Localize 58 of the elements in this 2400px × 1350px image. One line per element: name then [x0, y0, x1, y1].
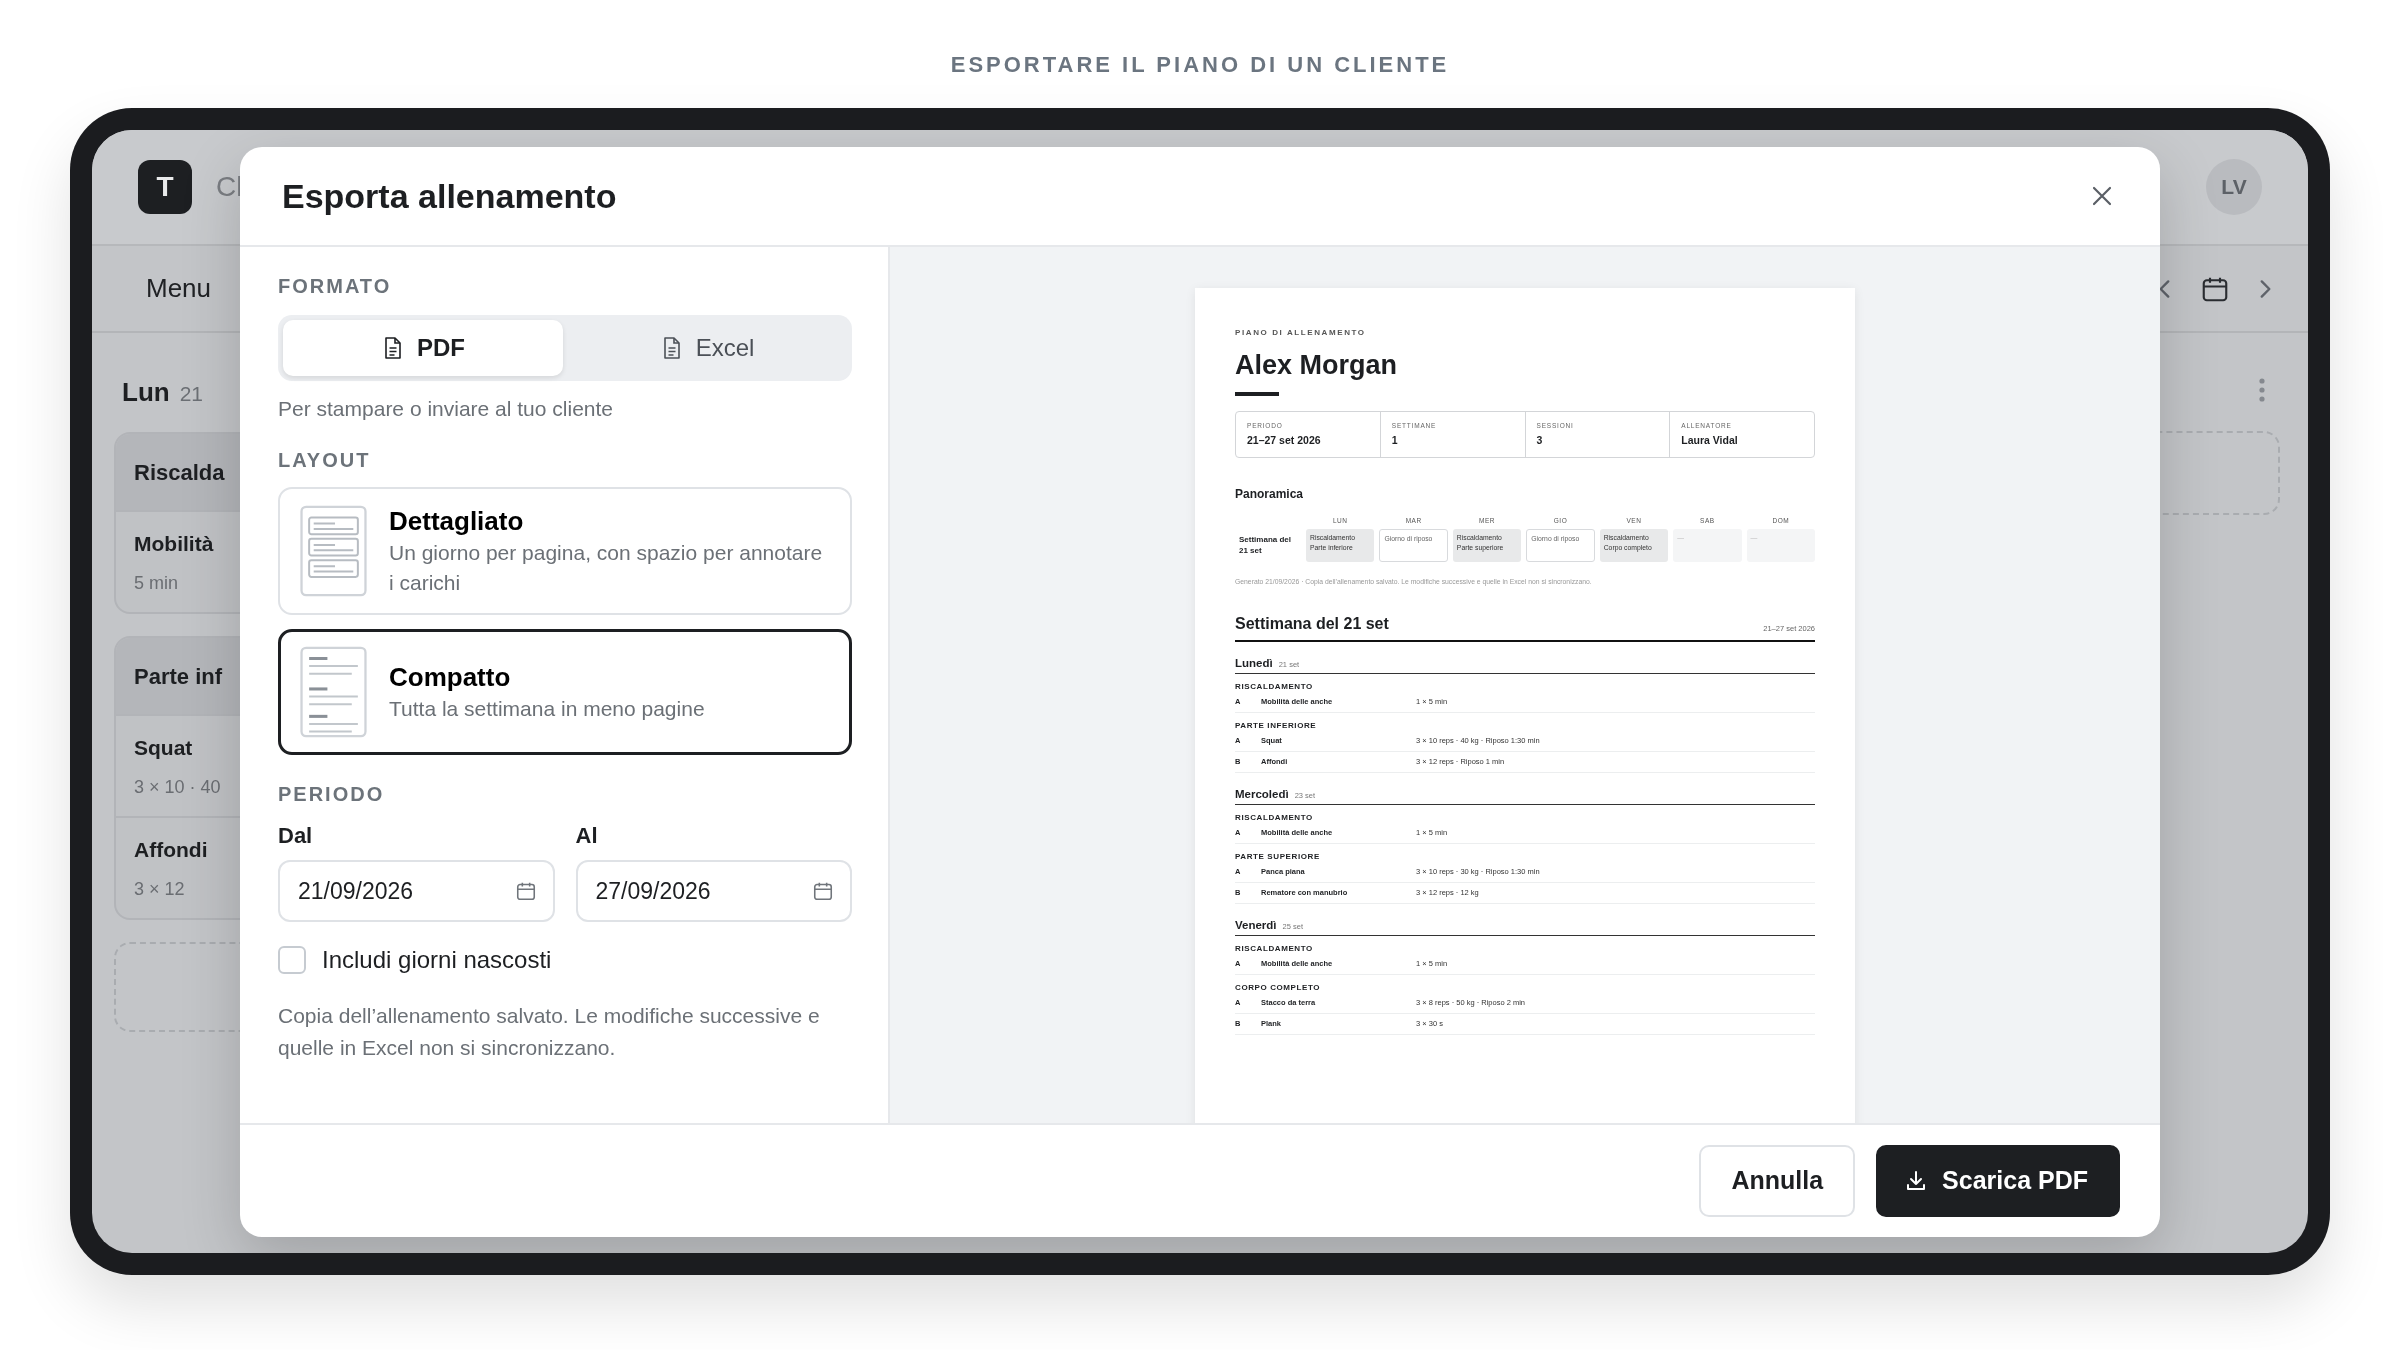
layout-thumbnail-icon — [300, 505, 367, 597]
block-title: PARTE INFERIORE — [1235, 720, 1318, 731]
summary-value: Laura Vidal — [1681, 433, 1739, 447]
exercise-detail: 3 × 10 · 40 — [134, 776, 221, 799]
week-title: Settimana del 21 set — [1235, 614, 1389, 634]
layout-option[interactable]: Dettagliato Un giorno per pagina, con spazio per annotare i carichi — [278, 487, 852, 615]
summary-value: 21–27 set 2026 — [1247, 433, 1322, 447]
session-title: Parte inf — [134, 662, 223, 691]
day-name: Mercoledì — [1235, 787, 1289, 802]
format-hint: Per stampare o inviare al tuo cliente — [278, 396, 614, 422]
close-icon — [2090, 184, 2114, 208]
layout-thumbnail-icon — [300, 646, 367, 738]
format-option[interactable]: PDF — [283, 320, 563, 376]
document-eyebrow: PIANO DI ALLENAMENTO — [1235, 328, 1367, 338]
exercise-name: Affondi — [134, 837, 208, 863]
summary-value: 1 — [1391, 433, 1399, 447]
day-name: Lunedì — [1235, 656, 1273, 671]
section-label: PERIODO — [278, 782, 386, 807]
date-field[interactable]: 27/09/2026 — [575, 860, 852, 922]
field-label: Al — [575, 822, 599, 850]
day-name: Lun — [122, 376, 170, 409]
exercise-detail: 5 min — [134, 572, 178, 595]
option-title: Compatto — [389, 661, 512, 694]
download-button[interactable]: Scarica PDF — [1876, 1145, 2120, 1217]
section-label: LAYOUT — [278, 448, 372, 473]
checkbox-label: Includi giorni nascosti — [322, 945, 552, 975]
cancel-button[interactable]: Annulla — [1699, 1145, 1856, 1217]
block-title: RISCALDAMENTO — [1235, 943, 1314, 954]
format-option[interactable]: Excel — [567, 320, 847, 376]
week-label: Settimana del 21 set — [1238, 534, 1292, 557]
page-caption: ESPORTARE IL PIANO DI UN CLIENTE — [950, 52, 1450, 78]
day-name: Venerdì — [1235, 918, 1277, 933]
exercise-name: Mobilità — [134, 531, 214, 557]
checkbox[interactable] — [278, 946, 306, 974]
block-title: RISCALDAMENTO — [1235, 681, 1314, 692]
date-field[interactable]: 21/09/2026 — [278, 860, 555, 922]
exercise-name: Squat — [134, 735, 193, 761]
dialog-title: Esporta allenamento — [282, 175, 617, 217]
day-date: 21 — [179, 381, 203, 407]
menu-label[interactable]: Menu — [146, 269, 212, 308]
field-label: Dal — [278, 822, 314, 850]
section-label: FORMATO — [278, 274, 393, 299]
block-title: RISCALDAMENTO — [1235, 812, 1314, 823]
block-title: CORPO COMPLETO — [1235, 982, 1322, 993]
export-note: Copia dell’allenamento salvato. Le modifiche successive e quelle in Excel non si sincronizzano. — [278, 1003, 821, 1061]
session-title: Riscalda — [134, 458, 225, 487]
option-title: Dettagliato — [389, 505, 525, 538]
client-name: Alex Morgan — [1235, 349, 1399, 382]
layout-option[interactable]: Compatto Tutta la settimana in meno pagine — [278, 629, 852, 755]
option-description: Tutta la settimana in meno pagine — [389, 696, 705, 722]
exercise-detail: 3 × 12 — [134, 878, 185, 901]
calendar-icon[interactable] — [514, 880, 537, 902]
overview-heading: Panoramica — [1235, 486, 1305, 502]
summary-value: 3 — [1536, 433, 1544, 447]
calendar-icon[interactable] — [812, 880, 834, 902]
option-description: Un giorno per pagina, con spazio per annotare i carichi — [389, 540, 824, 596]
app-logo: T — [138, 160, 192, 214]
block-title: PARTE SUPERIORE — [1235, 851, 1321, 862]
